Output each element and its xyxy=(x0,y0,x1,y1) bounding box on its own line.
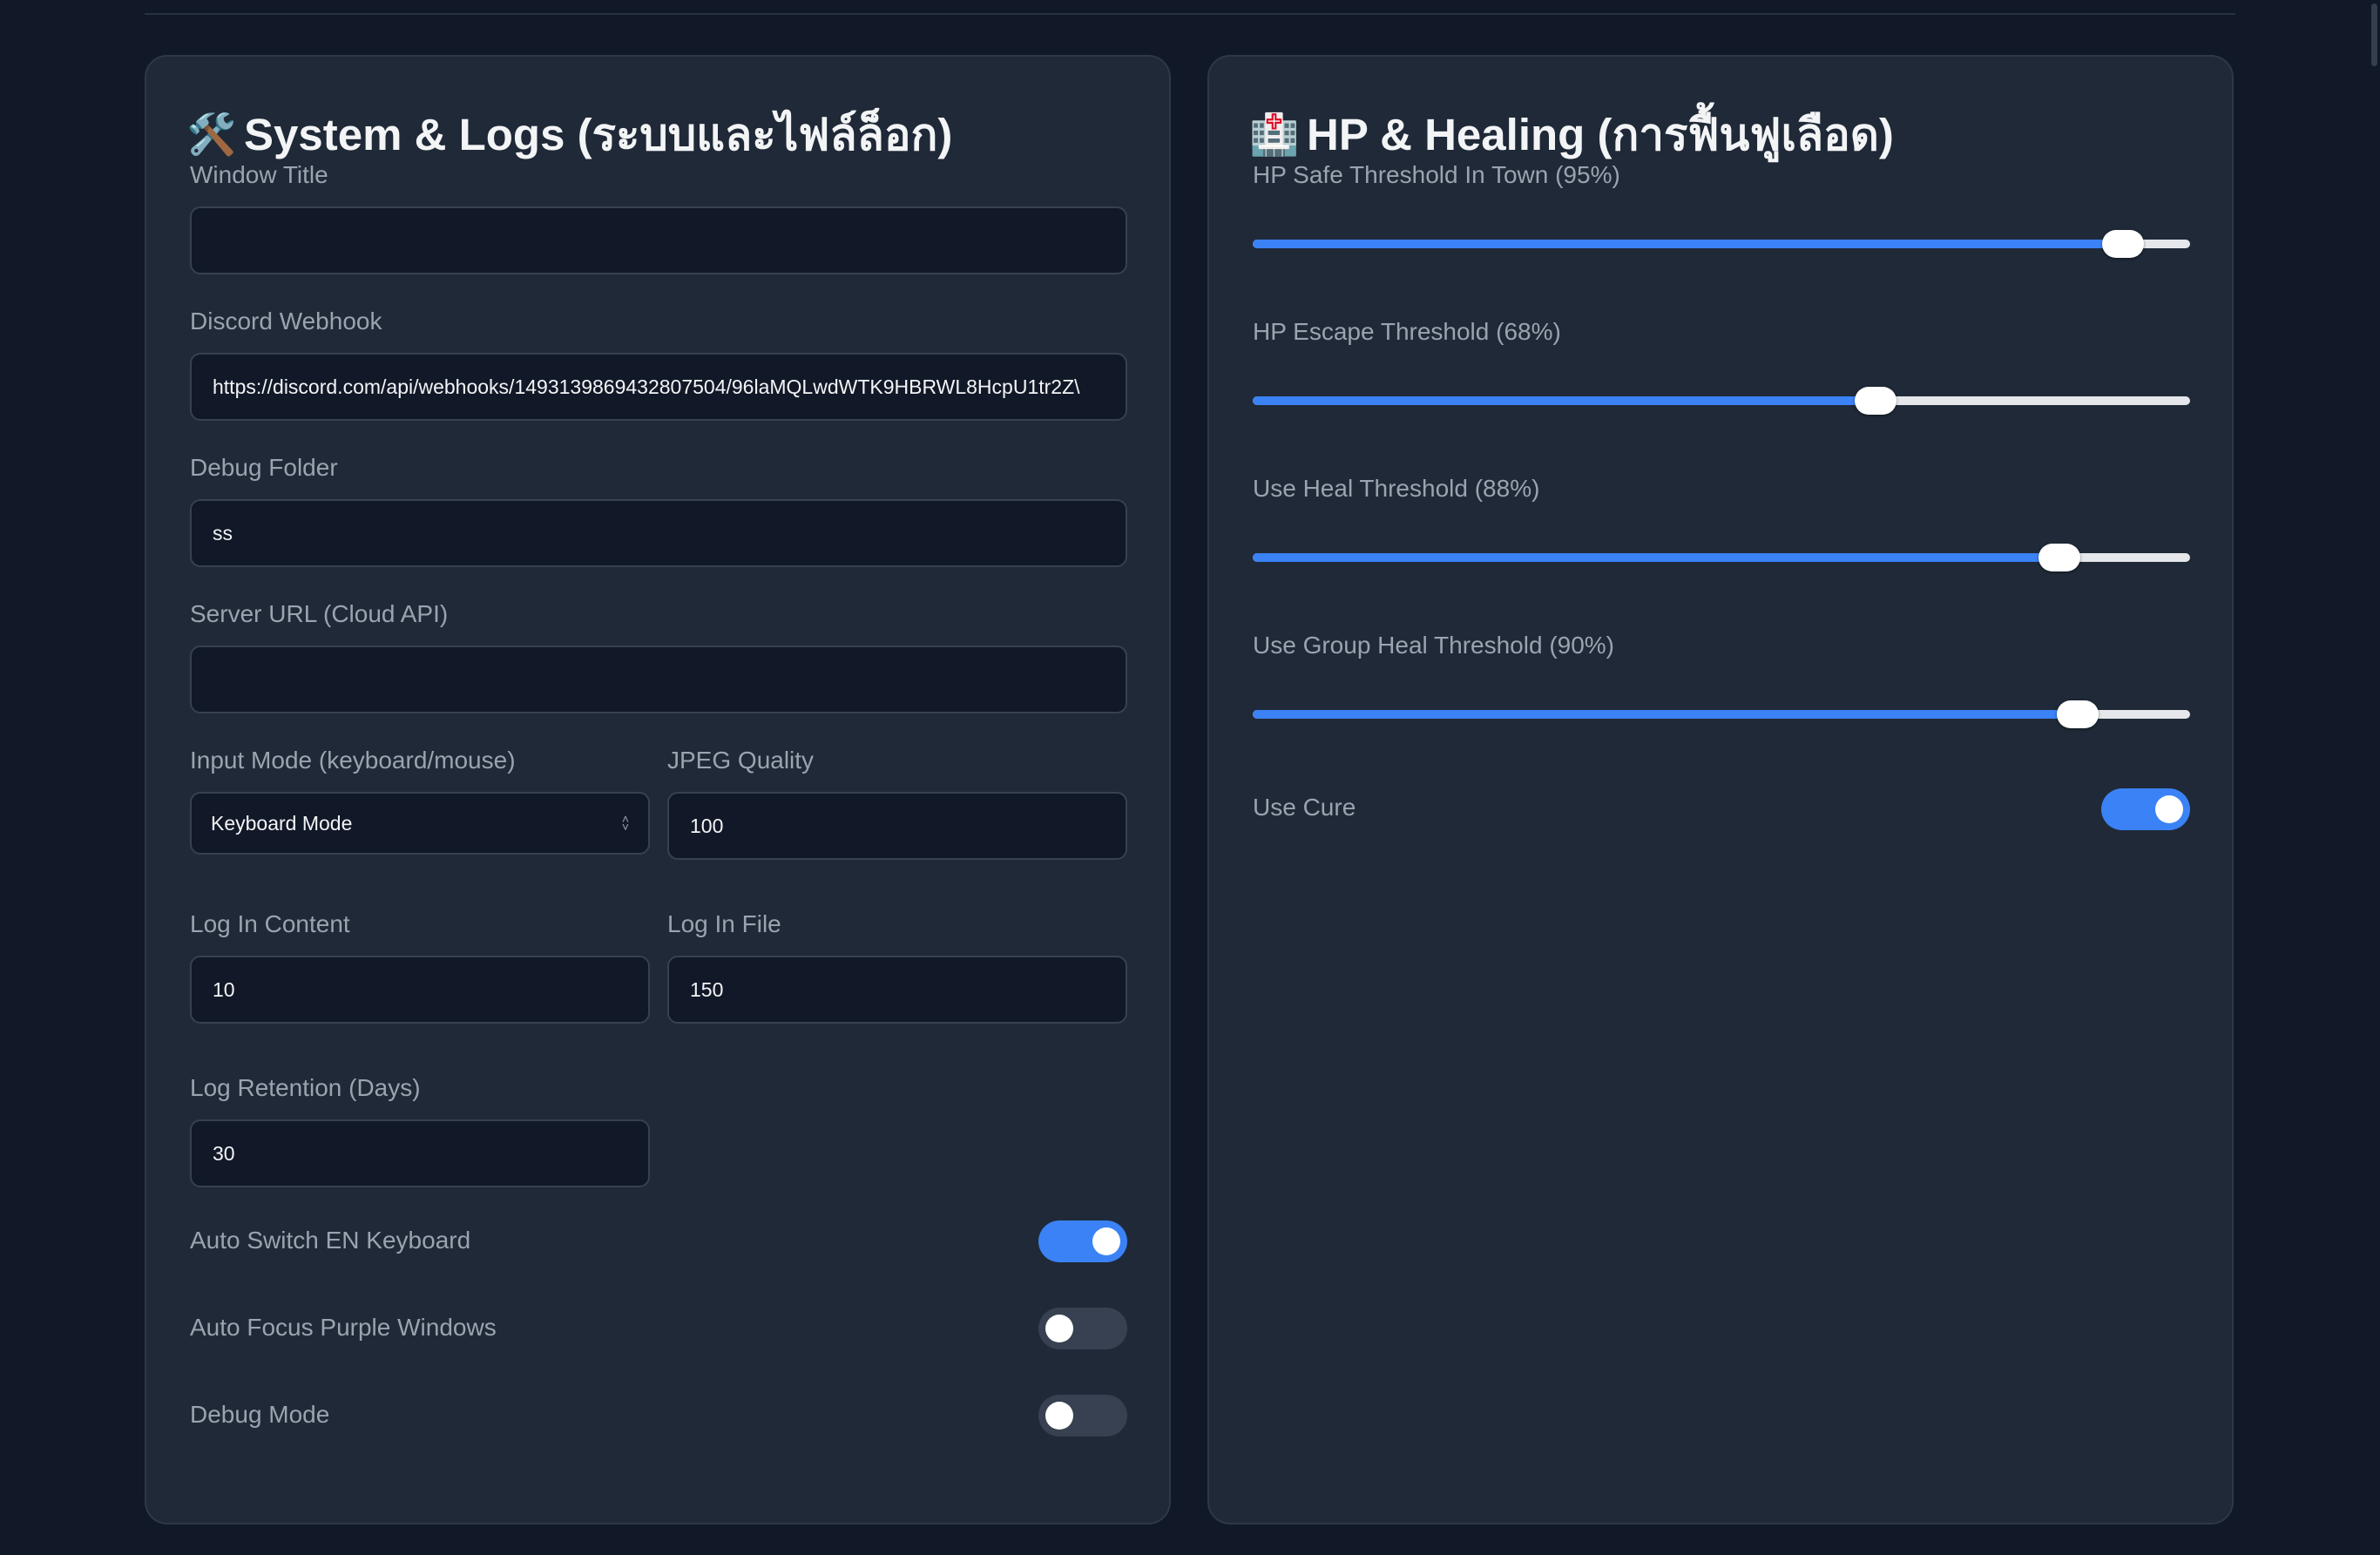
debug-folder-value: ss xyxy=(213,521,233,544)
use-cure-toggle[interactable] xyxy=(2101,788,2190,830)
jpeg-quality-input[interactable]: 100 xyxy=(667,792,1127,860)
auto-switch-en-keyboard-toggle[interactable] xyxy=(1038,1220,1127,1262)
debug-folder-input[interactable]: ss xyxy=(190,499,1127,567)
slider-track xyxy=(1253,396,2190,405)
use-heal-threshold-slider[interactable] xyxy=(1253,540,2190,575)
log-in-file-input[interactable]: 150 xyxy=(667,956,1127,1024)
window-title-label: Window Title xyxy=(190,161,328,188)
hp-safe-threshold-label: HP Safe Threshold In Town (95%) xyxy=(1253,161,1620,188)
hp-healing-title-text: HP & Healing (การฟื้นฟูเลือด) xyxy=(1307,109,1894,159)
toggle-knob xyxy=(1045,1315,1073,1342)
top-divider xyxy=(145,13,2235,15)
use-heal-threshold-label: Use Heal Threshold (88%) xyxy=(1253,475,1540,502)
log-retention-value: 30 xyxy=(213,1141,235,1165)
debug-mode-label: Debug Mode xyxy=(190,1401,330,1428)
auto-focus-purple-windows-label: Auto Focus Purple Windows xyxy=(190,1314,497,1341)
log-in-file-value: 150 xyxy=(690,977,724,1001)
window-title-input[interactable] xyxy=(190,206,1127,274)
slider-fill xyxy=(1253,553,2078,562)
discord-webhook-input[interactable]: https://discord.com/api/webhooks/1493139… xyxy=(190,353,1127,421)
debug-mode-toggle[interactable] xyxy=(1038,1395,1127,1437)
use-group-heal-threshold-label: Use Group Heal Threshold (90%) xyxy=(1253,632,1615,659)
log-in-file-label: Log In File xyxy=(667,910,781,937)
server-url-label: Server URL (Cloud API) xyxy=(190,600,449,627)
debug-folder-label: Debug Folder xyxy=(190,454,338,481)
slider-track xyxy=(1253,240,2190,248)
slider-fill xyxy=(1253,710,2097,719)
input-mode-value: Keyboard Mode xyxy=(211,811,353,835)
scrollbar-thumb[interactable] xyxy=(2371,3,2377,66)
log-retention-input[interactable]: 30 xyxy=(190,1119,650,1187)
jpeg-quality-value: 100 xyxy=(690,814,724,837)
system-logs-title-text: System & Logs (ระบบและไฟล์ล็อก) xyxy=(244,109,953,159)
jpeg-quality-label: JPEG Quality xyxy=(667,747,815,774)
hp-healing-title: 🏥 HP & Healing (การฟื้นฟูเลือด) xyxy=(1249,105,1894,163)
toggle-knob xyxy=(1045,1402,1073,1430)
use-cure-label: Use Cure xyxy=(1253,794,1356,821)
hospital-icon: 🏥 xyxy=(1249,111,1300,157)
hp-safe-threshold-slider[interactable] xyxy=(1253,226,2190,261)
toggle-knob xyxy=(1092,1227,1120,1255)
page-scrollbar[interactable] xyxy=(2368,0,2380,1555)
input-mode-select[interactable]: Keyboard Mode ˄ ˅ xyxy=(190,792,650,855)
auto-switch-en-keyboard-label: Auto Switch EN Keyboard xyxy=(190,1227,471,1254)
log-in-content-value: 10 xyxy=(213,977,235,1001)
slider-fill xyxy=(1253,396,1890,405)
system-logs-title: 🛠️ System & Logs (ระบบและไฟล์ล็อก) xyxy=(186,105,952,163)
log-retention-label: Log Retention (Days) xyxy=(190,1074,421,1101)
hp-healing-panel: 🏥 HP & Healing (การฟื้นฟูเลือด) HP Safe … xyxy=(1207,55,2234,1525)
slider-thumb[interactable] xyxy=(2056,700,2099,728)
use-group-heal-threshold-slider[interactable] xyxy=(1253,697,2190,732)
toggle-knob xyxy=(2155,795,2183,823)
discord-webhook-value: https://discord.com/api/webhooks/1493139… xyxy=(213,375,1080,398)
log-in-content-input[interactable]: 10 xyxy=(190,956,650,1024)
hp-escape-threshold-slider[interactable] xyxy=(1253,383,2190,418)
log-in-content-label: Log In Content xyxy=(190,910,350,937)
hammer-and-wrench-icon: 🛠️ xyxy=(186,111,237,157)
system-logs-panel: 🛠️ System & Logs (ระบบและไฟล์ล็อก) Windo… xyxy=(145,55,1171,1525)
input-mode-label: Input Mode (keyboard/mouse) xyxy=(190,747,516,774)
discord-webhook-label: Discord Webhook xyxy=(190,308,382,335)
slider-track xyxy=(1253,710,2190,719)
hp-escape-threshold-label: HP Escape Threshold (68%) xyxy=(1253,318,1561,345)
slider-thumb[interactable] xyxy=(2102,230,2145,258)
slider-thumb[interactable] xyxy=(1855,387,1897,415)
server-url-input[interactable] xyxy=(190,646,1127,713)
auto-focus-purple-windows-toggle[interactable] xyxy=(1038,1308,1127,1349)
slider-fill xyxy=(1253,240,2144,248)
chevron-up-down-icon: ˄ ˅ xyxy=(621,812,629,834)
slider-thumb[interactable] xyxy=(2038,544,2080,571)
